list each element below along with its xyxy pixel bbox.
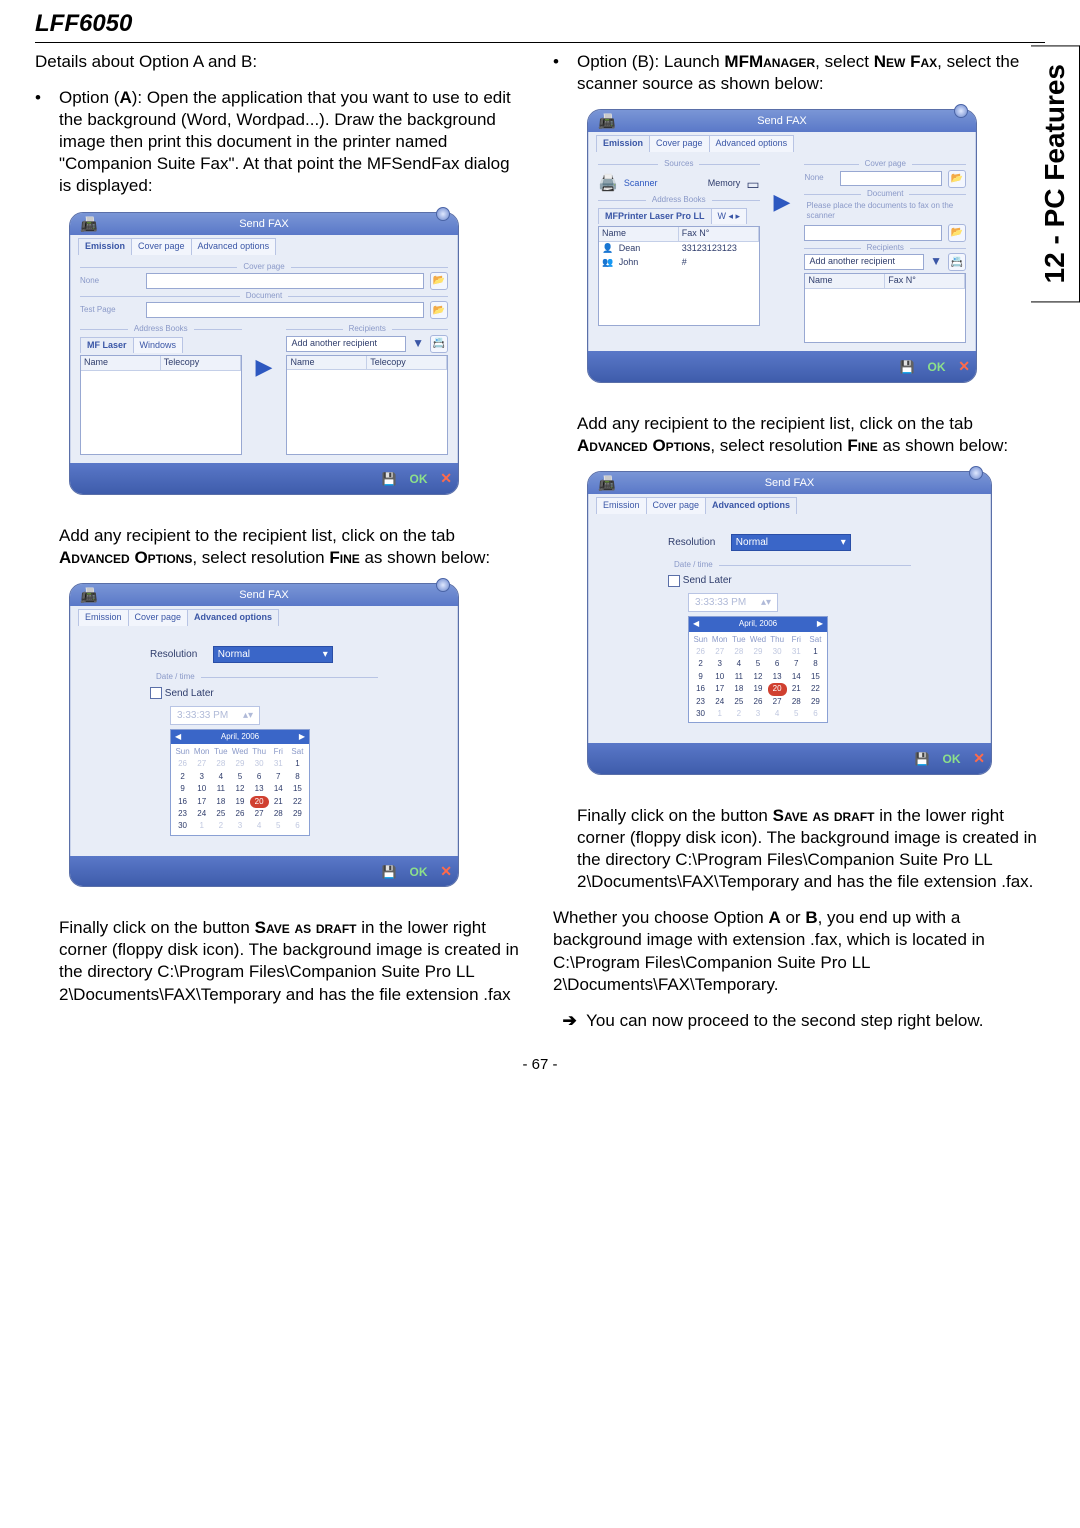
open-icon[interactable]: 📂 — [430, 301, 448, 319]
sendfax-advanced-B: 📠Send FAX EmissionCover pageAdvanced opt… — [587, 471, 992, 775]
sendlater-checkbox[interactable] — [150, 687, 162, 699]
play-icon[interactable]: ▶ — [774, 188, 791, 313]
page-number: - 67 - — [35, 1056, 1045, 1073]
floppy-icon[interactable]: 💾 — [382, 865, 397, 881]
scanner-icon[interactable]: 🖨️ — [598, 174, 618, 195]
contacts-icon[interactable]: 📇 — [430, 335, 448, 353]
bullet-icon: • — [35, 87, 59, 197]
floppy-icon[interactable]: 💾 — [900, 360, 915, 376]
tabs[interactable]: EmissionCover pageAdvanced options — [70, 235, 458, 255]
fax-icon: 📠 — [80, 215, 97, 233]
fax-icon: 📠 — [80, 586, 97, 604]
intro-text: Details about Option A and B: — [35, 51, 523, 73]
chapter-tab: 12 - PC Features — [1031, 45, 1080, 302]
close-icon[interactable]: ✕ — [440, 469, 452, 487]
sendlater-checkbox[interactable] — [668, 575, 680, 587]
page-header: LFF6050 — [35, 10, 1045, 43]
bead-icon — [436, 207, 450, 221]
chip-icon[interactable]: ▭ — [746, 175, 759, 193]
right-column: • Option (B): Launch MFManager, select N… — [553, 51, 1041, 1046]
sendfax-window-B: 📠Send FAX EmissionCover pageAdvanced opt… — [587, 109, 977, 383]
play-icon[interactable]: ▶ — [256, 353, 273, 425]
open-icon[interactable]: 📂 — [430, 272, 448, 290]
fax-icon: 📠 — [598, 112, 615, 130]
floppy-icon[interactable]: 💾 — [382, 472, 397, 488]
calendar[interactable]: ◀April, 2006▶ SunMonTueWedThuFriSat 2627… — [688, 616, 828, 723]
chevron-down-icon[interactable]: ▼ — [930, 254, 942, 270]
open-icon[interactable]: 📂 — [948, 170, 966, 188]
close-icon[interactable]: ✕ — [958, 357, 970, 375]
arrow-right-icon: ➔ — [562, 1011, 576, 1030]
floppy-icon[interactable]: 💾 — [915, 752, 930, 768]
close-icon[interactable]: ✕ — [440, 862, 452, 880]
left-column: Details about Option A and B: • Option (… — [35, 51, 523, 1046]
calendar[interactable]: ◀April, 2006▶ SunMonTueWedThuFriSat 2627… — [170, 729, 310, 836]
open-icon[interactable]: 📂 — [948, 224, 966, 242]
bullet-icon: • — [553, 51, 577, 95]
sendfax-window-A: 📠Send FAX EmissionCover pageAdvanced opt… — [69, 212, 459, 495]
close-icon[interactable]: ✕ — [973, 749, 985, 767]
fax-icon: 📠 — [598, 474, 615, 492]
contacts-icon[interactable]: 📇 — [948, 253, 966, 271]
chevron-down-icon[interactable]: ▼ — [412, 336, 424, 352]
resolution-select[interactable]: Normal▾ — [731, 534, 851, 551]
sendfax-advanced-A: 📠Send FAX EmissionCover pageAdvanced opt… — [69, 583, 459, 887]
resolution-select[interactable]: Normal▾ — [213, 646, 333, 663]
